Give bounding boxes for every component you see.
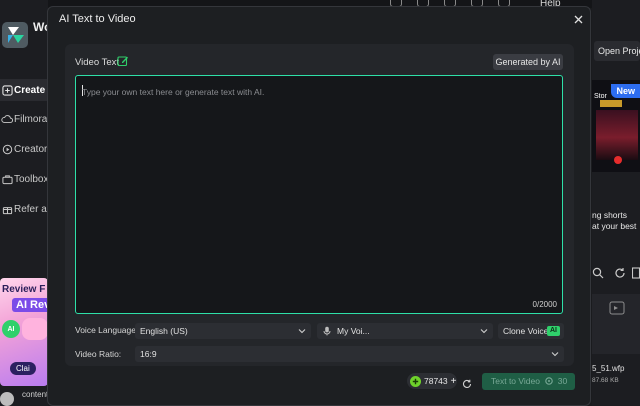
file-size: 87.68 KB (592, 377, 619, 384)
sidebar-item-label: Filmora (14, 113, 48, 125)
file-name: 5_51.wfp (592, 364, 625, 373)
dialog-title: AI Text to Video (59, 13, 136, 25)
close-icon (574, 15, 582, 23)
promo-subtitle: AI Rev (12, 298, 48, 312)
close-button[interactable] (571, 12, 585, 26)
video-text-label: Video Text (75, 57, 120, 68)
text-placeholder: Type your own text here or generate text… (82, 87, 265, 97)
chevron-down-icon (480, 329, 488, 334)
promo-text: ng shorts at your best (592, 210, 636, 232)
credit-cost-icon (545, 377, 554, 385)
promo-text-line-2: at your best (592, 221, 637, 231)
text-panel: Video Text Generated by AI Type your own… (65, 44, 574, 366)
sidebar: Wondershare Filmora Create Project Filmo… (0, 0, 48, 406)
thumbnail-tag (600, 100, 622, 107)
new-badge: New (611, 84, 640, 98)
ai-text-to-video-dialog: AI Text to Video Video Text Generated by… (47, 6, 591, 406)
credits-value: 78743 (424, 376, 448, 386)
open-project-button[interactable]: Open Project (594, 41, 640, 61)
credit-coin-icon (410, 375, 421, 387)
thumbnail-caption: Stor (594, 93, 607, 100)
video-ratio-value: 16:9 (140, 349, 157, 359)
text-to-video-button[interactable]: Text to Video 30 (482, 373, 575, 390)
generated-by-ai-button[interactable]: Generated by AI (493, 54, 563, 70)
promo-claim-button[interactable]: Clai (10, 362, 36, 375)
creator-icon (0, 142, 14, 156)
voice-language-select[interactable]: English (US) (135, 323, 311, 339)
promo-bubble-icon (22, 318, 48, 340)
refresh-credits-icon[interactable] (462, 376, 472, 388)
video-ratio-select[interactable]: 16:9 (135, 346, 564, 362)
sidebar-item-label: Create Project (14, 84, 48, 96)
chevron-down-icon (551, 352, 559, 357)
voice-value: My Voi... (337, 326, 370, 336)
credits-balance[interactable]: 78743 + (407, 373, 457, 389)
sidebar-item-creator[interactable]: Creator (0, 138, 48, 160)
voice-select[interactable]: My Voi... (317, 323, 493, 339)
video-ratio-label: Video Ratio: (75, 349, 122, 359)
toolbox-icon (0, 172, 14, 186)
template-thumbnail[interactable]: New Stor (592, 80, 640, 172)
voice-language-label: Voice Language: (75, 325, 139, 335)
content-label-text: content (22, 390, 49, 399)
video-text-input[interactable]: Type your own text here or generate text… (75, 75, 563, 314)
sidebar-item-label: Creator (14, 143, 48, 155)
text-to-video-label: Text to Video (491, 376, 540, 386)
voice-language-value: English (US) (140, 326, 188, 336)
clone-voice-label: Clone Voice (503, 326, 549, 336)
thumbnail-image (596, 110, 638, 160)
promo-title: Review F (2, 284, 46, 295)
sidebar-item-label: Toolbox (14, 173, 48, 185)
promo-ai-badge: AI (2, 320, 20, 338)
recent-project-card[interactable] (592, 294, 640, 354)
app-name: Wondershare Filmora (33, 20, 48, 34)
grid-view-icon[interactable] (631, 266, 640, 279)
promo-banner[interactable]: Review F AI Rev AI Clai (0, 278, 48, 386)
sidebar-item-refer[interactable]: Refer a (0, 198, 48, 220)
add-credits-icon[interactable]: + (451, 376, 457, 387)
chevron-down-icon (298, 329, 306, 334)
microphone-icon (323, 326, 331, 336)
refresh-icon[interactable] (614, 266, 626, 278)
search-icon[interactable] (592, 266, 604, 279)
text-to-video-cost: 30 (557, 376, 568, 386)
sidebar-item-create-project[interactable]: Create Project (0, 79, 48, 101)
sidebar-item-filmora-cloud[interactable]: Filmora (0, 108, 48, 130)
ai-badge: AI (547, 326, 560, 336)
promo-text-line-1: ng shorts (592, 210, 627, 220)
clone-voice-button[interactable]: Clone Voice AI (498, 323, 564, 339)
sidebar-item-label: Refer a (14, 203, 47, 215)
cloud-icon (0, 112, 14, 126)
sidebar-item-toolbox[interactable]: Toolbox (0, 168, 48, 190)
filmora-logo-icon (2, 22, 28, 48)
edit-text-icon[interactable] (117, 54, 129, 67)
content-label: content (0, 390, 48, 399)
char-counter: 0/2000 (532, 300, 557, 309)
create-icon (0, 83, 14, 97)
play-icon (614, 156, 622, 164)
refer-icon (0, 202, 14, 216)
